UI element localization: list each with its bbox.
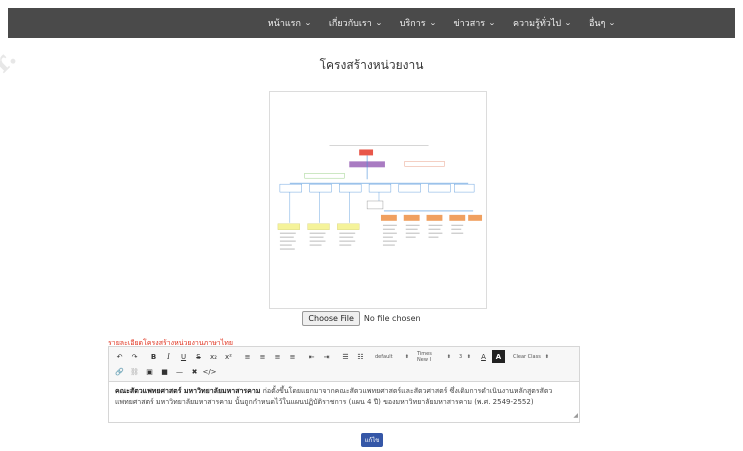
nav-item-about[interactable]: เกี่ยวกับเรา ⌄	[328, 16, 383, 30]
select-arrow-icon: ⬍	[446, 353, 451, 360]
nav-item-knowledge[interactable]: ความรู้ทั่วไป ⌄	[512, 16, 572, 30]
bold-button[interactable]: B	[147, 350, 160, 363]
org-chart-thumbnail	[277, 145, 483, 250]
unlink-icon[interactable]: ⛓	[128, 365, 141, 378]
nav-item-services[interactable]: บริการ ⌄	[399, 16, 437, 30]
select-arrow-icon: ⬍	[404, 353, 409, 360]
size-select-value: 3	[459, 353, 463, 360]
indent-icon[interactable]: ⇥	[320, 350, 333, 363]
file-status-text: No file chosen	[363, 314, 421, 323]
align-left-icon[interactable]: ≡	[241, 350, 254, 363]
nav-item-label: เกี่ยวกับเรา	[328, 19, 372, 29]
choose-file-button[interactable]: Choose File	[302, 311, 360, 326]
rich-text-editor: ↶ ↷ B I U S x₂ x² ≡ ≡ ≡ ≡ ⇤ ⇥ ☰ ☷ defaul…	[108, 346, 580, 423]
horizontal-rule-icon[interactable]: —	[173, 365, 186, 378]
chevron-down-icon: ⌄	[488, 19, 496, 27]
code-view-icon[interactable]: </>	[202, 365, 216, 378]
italic-button[interactable]: I	[162, 350, 175, 363]
font-color-button[interactable]: A	[477, 350, 490, 363]
chevron-down-icon: ⌄	[564, 19, 572, 27]
underline-button[interactable]: U	[177, 350, 190, 363]
subscript-button[interactable]: x₂	[207, 350, 220, 363]
nav-item-label: ความรู้ทั่วไป	[512, 19, 562, 29]
font-select[interactable]: Times New I ⬍	[415, 350, 453, 363]
ordered-list-icon[interactable]: ☷	[354, 350, 367, 363]
top-navbar: หน้าแรก ⌄ เกี่ยวกับเรา ⌄ บริการ ⌄ ข่าวสา…	[8, 8, 735, 38]
class-select-value: Clear Class	[513, 353, 541, 360]
background-color-button[interactable]: A	[492, 350, 505, 363]
justify-icon[interactable]: ≡	[286, 350, 299, 363]
chevron-down-icon: ⌄	[374, 19, 383, 27]
nav-item-label: หน้าแรก	[267, 19, 301, 29]
style-select-value: default	[375, 353, 393, 360]
clear-format-icon[interactable]: ✖	[188, 365, 201, 378]
editor-toolbar: ↶ ↷ B I U S x₂ x² ≡ ≡ ≡ ≡ ⇤ ⇥ ☰ ☷ defaul…	[108, 346, 580, 382]
chevron-down-icon: ⌄	[428, 19, 437, 27]
undo-icon[interactable]: ↶	[113, 350, 126, 363]
align-center-icon[interactable]: ≡	[256, 350, 269, 363]
font-select-value: Times New I	[417, 350, 432, 363]
superscript-button[interactable]: x²	[222, 350, 235, 363]
nav-item-label: ข่าวสาร	[453, 19, 486, 29]
nav-item-home[interactable]: หน้าแรก ⌄	[267, 16, 312, 30]
file-input-row: Choose File No file chosen	[0, 311, 743, 326]
unordered-list-icon[interactable]: ☰	[339, 350, 352, 363]
toolbar-row-1: ↶ ↷ B I U S x₂ x² ≡ ≡ ≡ ≡ ⇤ ⇥ ☰ ☷ defaul…	[113, 350, 575, 363]
nav-menu: หน้าแรก ⌄ เกี่ยวกับเรา ⌄ บริการ ⌄ ข่าวสา…	[128, 16, 616, 30]
nav-item-news[interactable]: ข่าวสาร ⌄	[453, 16, 495, 30]
chevron-down-icon: ⌄	[304, 19, 312, 27]
link-icon[interactable]: 🔗	[113, 365, 126, 378]
org-chart-image	[269, 91, 487, 309]
class-select[interactable]: Clear Class ⬍	[511, 350, 551, 363]
nav-item-label: อื่นๆ	[588, 19, 606, 29]
select-arrow-icon: ⬍	[544, 353, 549, 360]
outdent-icon[interactable]: ⇤	[305, 350, 318, 363]
image-icon[interactable]: ▣	[143, 365, 156, 378]
nav-item-others[interactable]: อื่นๆ ⌄	[588, 16, 617, 30]
toolbar-row-2: 🔗 ⛓ ▣ ■ — ✖ </>	[113, 365, 575, 378]
chevron-down-icon: ⌄	[608, 19, 617, 27]
editor-content[interactable]: คณะสัตวแพทยศาสตร์ มหาวิทยาลัยมหาสารคาม ก…	[108, 382, 580, 423]
edit-submit-button[interactable]: แก้ไข	[361, 433, 383, 447]
resize-grip-icon[interactable]: ◢	[573, 410, 578, 421]
style-select[interactable]: default ⬍	[373, 350, 411, 363]
select-arrow-icon: ⬍	[466, 353, 471, 360]
redo-icon[interactable]: ↷	[128, 350, 141, 363]
size-select[interactable]: 3 ⬍	[457, 350, 473, 363]
nav-item-label: บริการ	[399, 19, 426, 29]
strikethrough-button[interactable]: S	[192, 350, 205, 363]
align-right-icon[interactable]: ≡	[271, 350, 284, 363]
page-title: โครงสร้างหน่วยงาน	[319, 58, 424, 72]
video-icon[interactable]: ■	[158, 365, 171, 378]
content-strong-text: คณะสัตวแพทยศาสตร์ มหาวิทยาลัยมหาสารคาม	[115, 387, 261, 395]
